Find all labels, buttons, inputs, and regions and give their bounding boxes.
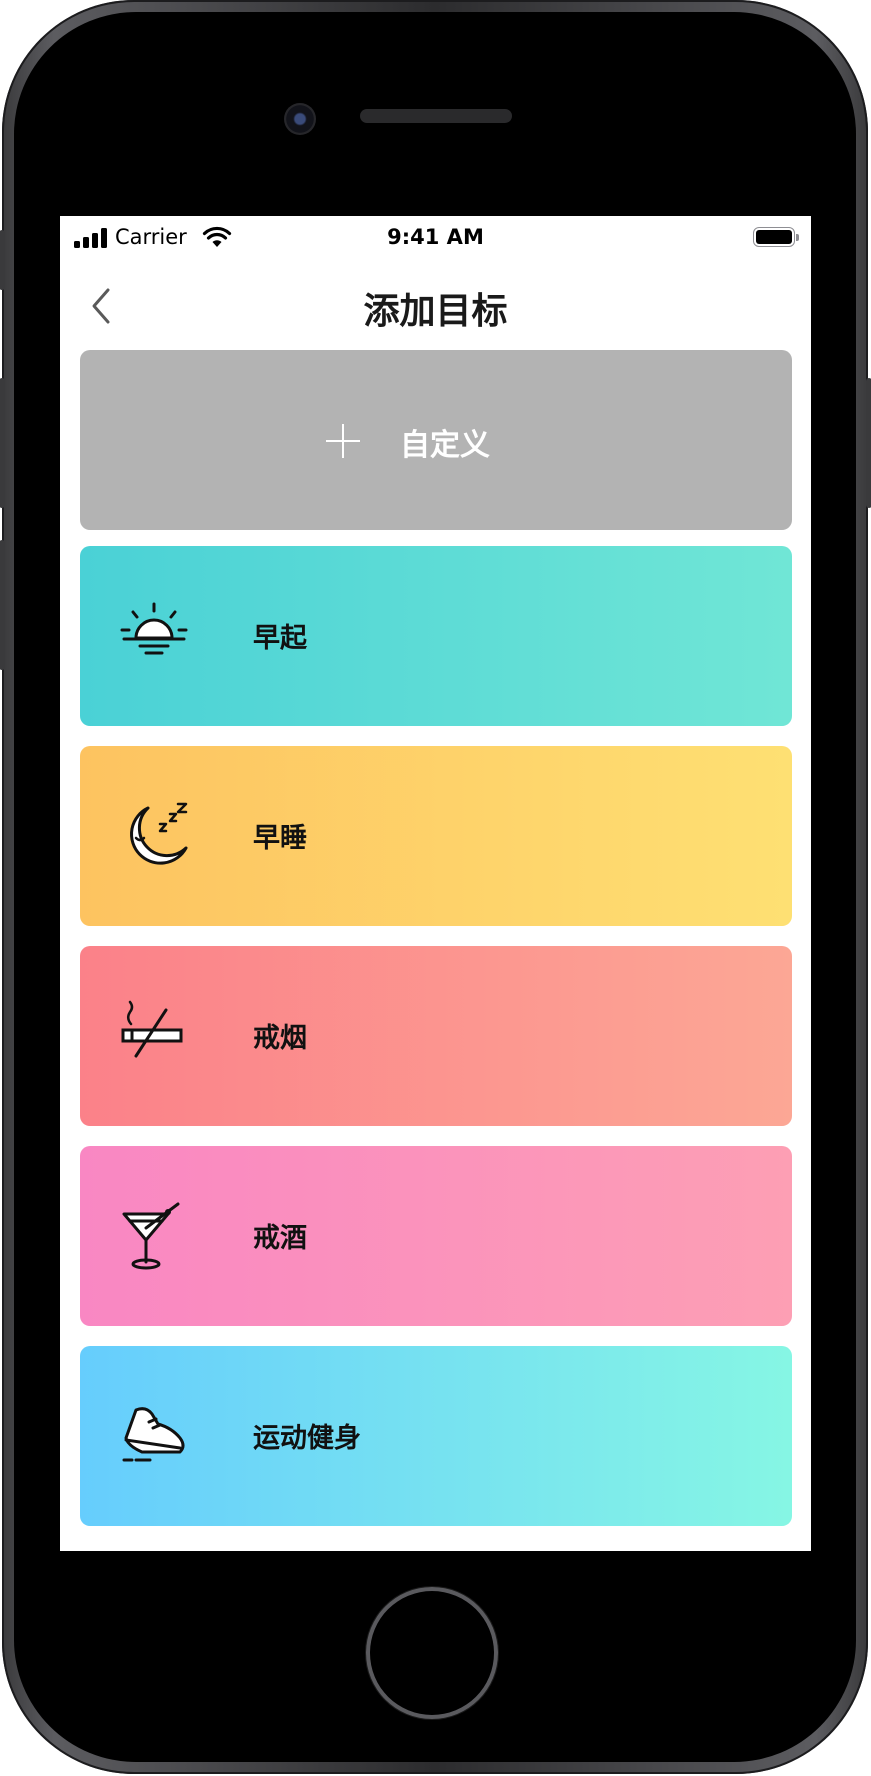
volume-down-button [0, 540, 5, 670]
cocktail-icon [122, 1202, 180, 1270]
volume-up-button [0, 378, 5, 508]
goal-label: 早睡 [253, 823, 307, 854]
page-title: 添加目标 [363, 291, 508, 332]
plus-icon [326, 424, 360, 458]
mute-switch [0, 230, 5, 290]
status-bar: Carrier 9:41 AM [60, 216, 811, 260]
front-camera [284, 103, 316, 135]
no-smoking-icon [121, 1000, 183, 1058]
goal-card-early-rise[interactable]: 早起 [80, 546, 792, 726]
goal-card-early-sleep[interactable]: 早睡 [80, 746, 792, 926]
earpiece-speaker [360, 109, 512, 123]
app-screen: Carrier 9:41 AM 添加目标 自定义 早起 早睡 戒烟 戒酒 运动健… [60, 216, 811, 1551]
goal-label: 戒烟 [253, 1023, 307, 1054]
sneaker-icon [122, 1407, 185, 1462]
goal-label: 自定义 [400, 428, 490, 463]
status-time: 9:41 AM [387, 225, 484, 249]
goal-card-exercise[interactable]: 运动健身 [80, 1346, 792, 1526]
goal-label: 戒酒 [253, 1223, 307, 1254]
goal-card-quit-smoking[interactable]: 戒烟 [80, 946, 792, 1126]
battery-icon [753, 227, 799, 249]
goal-card-quit-drinking[interactable]: 戒酒 [80, 1146, 792, 1326]
moon-sleep-icon [130, 802, 188, 865]
home-button[interactable] [366, 1587, 498, 1719]
sunrise-icon [120, 602, 188, 655]
add-custom-goal-button[interactable]: 自定义 [80, 350, 792, 530]
power-button [866, 378, 871, 508]
goal-label: 早起 [253, 623, 307, 654]
navigation-bar: 添加目标 [60, 260, 811, 348]
goal-label: 运动健身 [253, 1423, 361, 1454]
